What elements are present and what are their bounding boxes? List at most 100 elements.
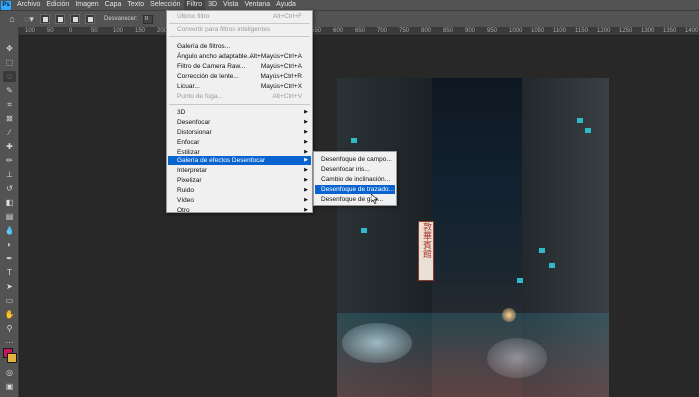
home-icon[interactable]: ⌂ (6, 13, 18, 25)
menu-item-desenfoque-trazado[interactable]: Desenfoque de trazado... (315, 185, 395, 194)
spot-healing-tool-icon[interactable]: ✚ (3, 141, 16, 152)
lasso-tool-icon[interactable]: ◌ (3, 71, 16, 82)
marquee-tool-icon[interactable]: ⬚ (3, 57, 16, 68)
ruler-tick-label: 1000 (509, 28, 523, 34)
menu-item-galeria-filtros[interactable]: Galería de filtros... (168, 42, 311, 51)
submenu-arrow-icon: ▶ (304, 177, 308, 183)
menu-item-pixelizar[interactable]: Pixelizar ▶ (168, 176, 311, 185)
menu-item-desenfoque-giro[interactable]: Desenfoque de giro... (315, 195, 395, 204)
path-selection-tool-icon[interactable]: ➤ (3, 281, 16, 292)
ruler-tick-label: 1250 (619, 28, 633, 34)
submenu-arrow-icon: ▶ (304, 197, 308, 203)
menu-item-enfocar[interactable]: Enfocar ▶ (168, 138, 311, 147)
tools-panel: ✥ ⬚ ◌ ✎ ⌗ ⊠ ⁄ ✚ ✏ ⊥ ↺ ◧ ▤ 💧 ◐ ✒ T ➤ ▭ ✋ … (0, 27, 19, 397)
submenu-arrow-icon: ▶ (304, 167, 308, 173)
rectangle-tool-icon[interactable]: ▭ (3, 295, 16, 306)
ruler-tick-label: 1050 (531, 28, 545, 34)
hotel-sign-text: 敦華賓館 (421, 222, 431, 258)
quick-mask-icon[interactable]: ◎ (3, 367, 16, 378)
menu-item-ultimo-filtro[interactable]: Último filtro Alt+Ctrl+F (168, 12, 311, 21)
menu-item-galeria-efectos-desenfocar[interactable]: Galería de efectos Desenfocar ▶ (168, 156, 311, 165)
horizontal-ruler: 1005005010015020025030035040045050055060… (19, 27, 699, 36)
menu-item-cambio-inclinacion[interactable]: Cambio de inclinación... (315, 175, 395, 184)
ruler-tick-label: 100 (25, 28, 36, 34)
menu-ayuda[interactable]: Ayuda (273, 0, 299, 10)
menu-item-desenfocar[interactable]: Desenfocar ▶ (168, 118, 311, 127)
submenu-arrow-icon: ▶ (304, 207, 308, 213)
gradient-tool-icon[interactable]: ▤ (3, 211, 16, 222)
menu-item-interpretar[interactable]: Interpretar ▶ (168, 166, 311, 175)
menu-item-video[interactable]: Vídeo ▶ (168, 196, 311, 205)
intersect-selection-icon[interactable] (85, 14, 95, 24)
eyedropper-tool-icon[interactable]: ⁄ (3, 127, 16, 138)
submenu-arrow-icon: ▶ (304, 139, 308, 145)
type-tool-icon[interactable]: T (3, 267, 16, 278)
ruler-tick-label: 600 (333, 28, 344, 34)
ruler-tick-label: 700 (377, 28, 388, 34)
menu-texto[interactable]: Texto (124, 0, 147, 10)
ruler-tick-label: 950 (487, 28, 498, 34)
brush-tool-icon[interactable]: ✏ (3, 155, 16, 166)
canvas-image[interactable]: 敦華賓館 (337, 78, 609, 397)
stall-light-right (487, 338, 547, 378)
subtract-from-selection-icon[interactable] (70, 14, 80, 24)
menu-item-3d[interactable]: 3D ▶ (168, 108, 311, 117)
more-tools-icon[interactable]: ··· (3, 337, 16, 348)
screen-mode-icon[interactable]: ▣ (3, 381, 16, 392)
hand-tool-icon[interactable]: ✋ (3, 309, 16, 320)
menu-seleccion[interactable]: Selección (147, 0, 183, 10)
dodge-tool-icon[interactable]: ◐ (3, 239, 16, 250)
menu-bar: Ps Archivo Edición Imagen Capa Texto Sel… (0, 0, 699, 10)
photoshop-logo: Ps (1, 0, 11, 10)
frame-tool-icon[interactable]: ⊠ (3, 113, 16, 124)
menu-ventana[interactable]: Ventana (241, 0, 273, 10)
ruler-tick-label: 1200 (597, 28, 611, 34)
submenu-arrow-icon: ▶ (304, 157, 308, 163)
ruler-tick-label: 650 (355, 28, 366, 34)
ruler-tick-label: 750 (399, 28, 410, 34)
move-tool-icon[interactable]: ✥ (3, 43, 16, 54)
quick-selection-tool-icon[interactable]: ✎ (3, 85, 16, 96)
menu-item-angulo-ancho[interactable]: Ángulo ancho adaptable... Alt+Mayús+Ctrl+… (168, 52, 311, 61)
menu-item-otro[interactable]: Otro ▶ (168, 206, 311, 215)
ruler-tick-label: 800 (421, 28, 432, 34)
menu-item-desenfoque-campo[interactable]: Desenfoque de campo... (315, 155, 395, 164)
submenu-arrow-icon: ▶ (304, 109, 308, 115)
submenu-arrow-icon: ▶ (304, 187, 308, 193)
menu-vista[interactable]: Vista (220, 0, 241, 10)
filter-menu: Último filtro Alt+Ctrl+F Convertir para f… (166, 10, 313, 215)
background-color-swatch[interactable] (7, 353, 17, 363)
ruler-tick-label: 900 (465, 28, 476, 34)
menu-item-punto-fuga[interactable]: Punto de fuga... Alt+Ctrl+V (168, 92, 311, 101)
submenu-arrow-icon: ▶ (304, 129, 308, 135)
lasso-tool-preset-icon[interactable]: ◌▾ (23, 13, 35, 25)
menu-archivo[interactable]: Archivo (14, 0, 43, 10)
menu-capa[interactable]: Capa (102, 0, 125, 10)
mouse-pointer-icon (371, 194, 379, 204)
history-brush-tool-icon[interactable]: ↺ (3, 183, 16, 194)
ruler-tick-label: 150 (135, 28, 146, 34)
menu-item-distorsionar[interactable]: Distorsionar ▶ (168, 128, 311, 137)
zoom-tool-icon[interactable]: ⚲ (3, 323, 16, 334)
pen-tool-icon[interactable]: ✒ (3, 253, 16, 264)
menu-imagen[interactable]: Imagen (72, 0, 101, 10)
menu-item-licuar[interactable]: Licuar... Mayús+Ctrl+X (168, 82, 311, 91)
menu-filtro[interactable]: Filtro (183, 0, 206, 10)
menu-item-camera-raw[interactable]: Filtro de Camera Raw... Mayús+Ctrl+A (168, 62, 311, 71)
menu-3d[interactable]: 3D (205, 0, 220, 10)
blur-tool-icon[interactable]: 💧 (3, 225, 16, 236)
menu-item-desenfocar-iris[interactable]: Desenfocar iris... (315, 165, 395, 174)
ruler-tick-label: 1150 (575, 28, 588, 34)
menu-item-convertir-filtros-inteligentes[interactable]: Convertir para filtros inteligentes (168, 25, 311, 34)
add-to-selection-icon[interactable] (55, 14, 65, 24)
menu-item-ruido[interactable]: Ruido ▶ (168, 186, 311, 195)
clone-stamp-tool-icon[interactable]: ⊥ (3, 169, 16, 180)
eraser-tool-icon[interactable]: ◧ (3, 197, 16, 208)
crop-tool-icon[interactable]: ⌗ (3, 99, 16, 110)
new-selection-icon[interactable] (40, 14, 50, 24)
menu-edicion[interactable]: Edición (43, 0, 72, 10)
ruler-tick-label: 850 (443, 28, 454, 34)
feather-input[interactable]: 0 px (142, 14, 153, 24)
menu-item-correccion-lente[interactable]: Corrección de lente... Mayús+Ctrl+R (168, 72, 311, 81)
ruler-tick-label: 50 (47, 28, 54, 34)
